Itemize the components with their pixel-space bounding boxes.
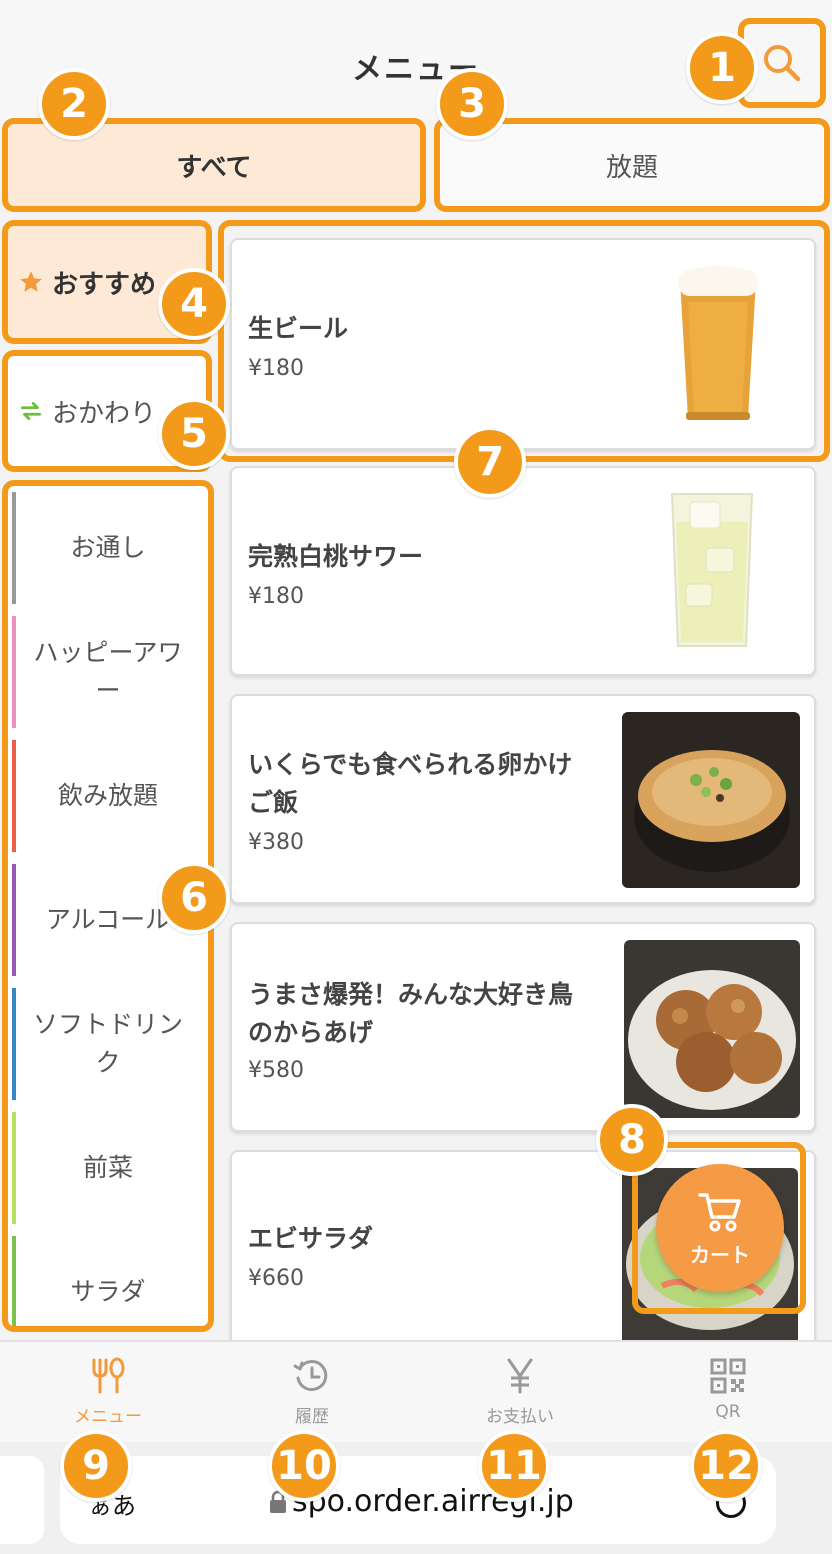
category-label: サラダ	[70, 1277, 146, 1306]
category-color-bar	[12, 1236, 16, 1326]
sidebar-item-soft-drink[interactable]: ソフトドリンク	[8, 982, 208, 1106]
refresh-icon	[18, 398, 44, 424]
yen-icon	[507, 1358, 533, 1394]
sour-image	[670, 493, 754, 647]
nav-history-label: 履歴	[295, 1407, 329, 1427]
menu-item-card[interactable]: うまさ爆発！みんな大好き鳥のからあげ ¥580	[230, 922, 816, 1132]
menu-item-price: ¥180	[248, 584, 304, 609]
sidebar-item-drink-plan[interactable]: 飲み放題	[8, 734, 208, 858]
search-icon	[764, 45, 801, 82]
annotation-badge-4: 4	[158, 268, 230, 340]
menu-item-price: ¥580	[248, 1058, 304, 1083]
category-color-bar	[12, 740, 16, 852]
category-color-bar	[12, 616, 16, 728]
karaage-image	[624, 940, 800, 1118]
category-label: お通し	[70, 533, 146, 562]
category-color-bar	[12, 1112, 16, 1224]
egg-rice-image	[622, 712, 800, 888]
annotation-badge-3: 3	[436, 68, 508, 140]
tab-plan-label: 放題	[605, 152, 658, 183]
category-color-bar	[12, 988, 16, 1100]
menu-item-card[interactable]: 完熟白桃サワー ¥180	[230, 466, 816, 676]
sidebar-item-otoshi[interactable]: お通し	[8, 486, 208, 610]
sidebar-item-salad[interactable]: サラダ	[8, 1230, 208, 1326]
annotation-badge-6: 6	[158, 862, 230, 934]
category-label: 前菜	[82, 1153, 133, 1182]
nav-payment-label: お支払い	[486, 1407, 554, 1427]
sidebar-recommend-label: おすすめ	[52, 269, 157, 300]
annotation-badge-8: 8	[596, 1104, 668, 1176]
category-label: アルコール	[45, 905, 171, 934]
category-color-bar	[12, 492, 16, 604]
menu-item-name: エビサラダ	[248, 1224, 374, 1253]
url-field[interactable]: ぁあ spo.order.airregi.jp	[60, 1456, 776, 1544]
annotation-badge-11: 11	[478, 1430, 550, 1502]
sidebar-refill-label: おかわり	[52, 398, 157, 429]
nav-payment[interactable]: お支払い	[420, 1356, 620, 1427]
category-label: 飲み放題	[57, 781, 158, 810]
tab-all-label: すべて	[176, 152, 252, 183]
category-label: ソフトドリンク	[32, 1010, 183, 1077]
menu-item-name: うまさ爆発！みんな大好き鳥のからあげ	[248, 980, 574, 1047]
annotation-badge-7: 7	[454, 426, 526, 498]
menu-item-name: 完熟白桃サワー	[248, 542, 424, 571]
annotation-badge-9: 9	[60, 1430, 132, 1502]
annotation-badge-5: 5	[158, 398, 230, 470]
menu-item-card[interactable]: いくらでも食べられる卵かけご飯 ¥380	[230, 694, 816, 904]
category-label: ハッピーアワー	[33, 638, 183, 705]
star-icon	[18, 269, 44, 295]
annotation-badge-2: 2	[38, 68, 110, 140]
nav-menu[interactable]: メニュー	[8, 1356, 208, 1427]
nav-qr-label: QR	[715, 1402, 741, 1422]
highlight-frame	[218, 220, 830, 462]
category-color-bar	[12, 864, 16, 976]
annotation-badge-1: 1	[686, 32, 758, 104]
qr-icon	[710, 1358, 746, 1394]
annotation-badge-12: 12	[690, 1430, 762, 1502]
menu-item-price: ¥380	[248, 830, 304, 855]
menu-item-name: いくらでも食べられる卵かけご飯	[248, 750, 573, 817]
nav-qr[interactable]: QR	[628, 1356, 828, 1422]
sidebar-item-appetizer[interactable]: 前菜	[8, 1106, 208, 1230]
cart-highlight-frame	[632, 1142, 806, 1314]
nav-history[interactable]: 履歴	[212, 1356, 412, 1427]
menu-item-price: ¥660	[248, 1266, 304, 1291]
history-icon	[293, 1360, 328, 1392]
bottom-nav: メニュー 履歴 お支払い QR	[0, 1340, 832, 1442]
browser-tab-edge	[0, 1456, 44, 1544]
fork-knife-icon	[92, 1357, 125, 1394]
annotation-badge-10: 10	[268, 1430, 340, 1502]
sidebar-item-happy-hour[interactable]: ハッピーアワー	[8, 610, 208, 734]
nav-menu-label: メニュー	[74, 1407, 142, 1427]
